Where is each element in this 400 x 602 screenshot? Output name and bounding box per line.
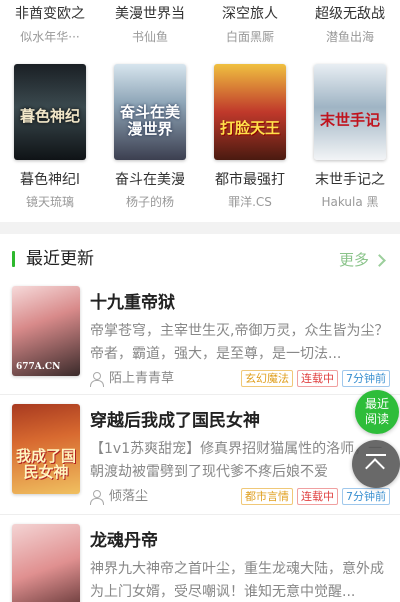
book-cover[interactable]: 打脸天王 [214, 64, 286, 160]
book-title: 超级无敌战 [315, 6, 385, 22]
genre-tag: 都市言情 [241, 488, 293, 505]
top-book-row: 非酋变欧之 似水年华··· 美漫世界当 书仙鱼 深空旅人 白面黑厮 超级无敌战 … [0, 0, 400, 50]
book-author: 书仙鱼 [131, 30, 168, 44]
cover-title: 暮色神纪 [19, 107, 80, 125]
book-author: 陌上青青草 [109, 371, 175, 386]
thumbnail-watermark: 677A.CN [16, 362, 61, 372]
back-to-top-button[interactable] [352, 440, 400, 488]
book-title: 都市最强打 [215, 172, 285, 188]
section-separator [0, 222, 400, 234]
book-author: 杨子的杨 [125, 195, 174, 209]
time-tag: 7分钟前 [342, 370, 390, 387]
book-title: 奋斗在美漫 [115, 172, 185, 188]
list-item[interactable]: 我成了国民女神 穿越后我成了国民女神 【1v1苏爽甜宠】修真界招财猫属性的洛师，… [0, 404, 400, 508]
book-title: 十九重帝狱 [90, 293, 175, 313]
list-item[interactable]: 龙魂丹帝 神界九大神帝之首叶尘，重生龙魂大陆，意外成为上门女婿，受尽嘲讽！谁知无… [0, 524, 400, 602]
status-tag: 连载中 [297, 488, 338, 505]
book-card[interactable]: 奋斗在美漫世界 奋斗在美漫 杨子的杨 [100, 64, 200, 214]
book-author: 罪洋.CS [228, 195, 272, 209]
cover-title: 末世手记 [319, 111, 380, 129]
section-title: 最近更新 [26, 249, 94, 269]
book-card[interactable]: 打脸天王 都市最强打 罪洋.CS [200, 64, 300, 214]
book-card[interactable]: 暮色神纪 暮色神纪l 镜天琉璃 [0, 64, 100, 214]
book-card[interactable]: 非酋变欧之 似水年华··· [0, 0, 100, 50]
book-thumbnail[interactable]: 677A.CN [12, 286, 80, 376]
status-tag: 连载中 [297, 370, 338, 387]
thumbnail-title: 我成了国民女神 [16, 447, 77, 481]
book-title: 深空旅人 [222, 6, 278, 22]
book-author: Hakula 黑 [321, 195, 379, 209]
book-description: 【1v1苏爽甜宠】修真界招财猫属性的洛师，一朝渡劫被雷劈到了现代爹不疼后娘不爱 [90, 441, 383, 480]
book-cover[interactable]: 暮色神纪 [14, 64, 86, 160]
book-author: 白面黑厮 [225, 30, 274, 44]
more-button[interactable]: 更多 [338, 250, 386, 270]
chevron-right-icon [373, 253, 386, 267]
tag-group: 玄幻魔法 连载中 7分钟前 [241, 370, 390, 387]
tag-group: 都市言情 连载中 7分钟前 [241, 488, 390, 505]
divider [0, 514, 400, 515]
book-description: 帝掌苍穹，主宰世生灭,帝御万灵，众生皆为尘？帝者，霸道，强大，是至尊，是一切法.… [90, 323, 389, 362]
section-accent-bar [12, 251, 15, 267]
user-icon [90, 372, 104, 387]
author-row: 倾落尘 [90, 488, 148, 506]
book-title: 末世手记之 [315, 172, 385, 188]
book-card[interactable]: 超级无敌战 潜鱼出海 [300, 0, 400, 50]
book-title: 穿越后我成了国民女神 [90, 411, 260, 431]
book-title: 美漫世界当 [115, 6, 185, 22]
back-to-top-icon [366, 454, 386, 456]
book-title: 暮色神纪l [20, 172, 80, 188]
book-card[interactable]: 美漫世界当 书仙鱼 [100, 0, 200, 50]
cover-title: 打脸天王 [219, 119, 280, 137]
more-label: 更多 [338, 251, 369, 269]
book-author: 倾落尘 [109, 489, 149, 504]
book-thumbnail[interactable]: 我成了国民女神 [12, 404, 80, 494]
book-title: 龙魂丹帝 [90, 531, 158, 551]
divider [0, 394, 400, 395]
user-icon [90, 490, 104, 505]
book-author: 镜天琉璃 [25, 195, 74, 209]
book-meta: 陌上青青草 玄幻魔法 连载中 7分钟前 [90, 370, 390, 390]
genre-tag: 玄幻魔法 [241, 370, 293, 387]
book-card[interactable]: 深空旅人 白面黑厮 [200, 0, 300, 50]
book-author: 似水年华··· [20, 30, 80, 44]
book-title: 非酋变欧之 [15, 6, 85, 22]
recent-updates-header: 最近更新 更多 [0, 240, 400, 280]
time-tag: 7分钟前 [342, 488, 390, 505]
book-author: 潜鱼出海 [325, 30, 374, 44]
recent-reading-button[interactable]: 最近 阅读 [355, 390, 399, 434]
book-thumbnail[interactable] [12, 524, 80, 602]
cover-title: 奋斗在美漫世界 [119, 103, 180, 138]
book-cover[interactable]: 奋斗在美漫世界 [114, 64, 186, 160]
book-description: 神界九大神帝之首叶尘，重生龙魂大陆，意外成为上门女婿，受尽嘲讽！谁知无意中觉醒.… [90, 561, 384, 600]
book-meta: 倾落尘 都市言情 连载中 7分钟前 [90, 488, 390, 508]
book-grid-row: 暮色神纪 暮色神纪l 镜天琉璃 奋斗在美漫世界 奋斗在美漫 杨子的杨 打脸天王 … [0, 64, 400, 214]
author-row: 陌上青青草 [90, 370, 174, 388]
book-card[interactable]: 末世手记 末世手记之 Hakula 黑 [300, 64, 400, 214]
chevron-up-icon [365, 458, 385, 478]
book-cover[interactable]: 末世手记 [314, 64, 386, 160]
list-item[interactable]: 677A.CN 十九重帝狱 帝掌苍穹，主宰世生灭,帝御万灵，众生皆为尘？帝者，霸… [0, 286, 400, 390]
